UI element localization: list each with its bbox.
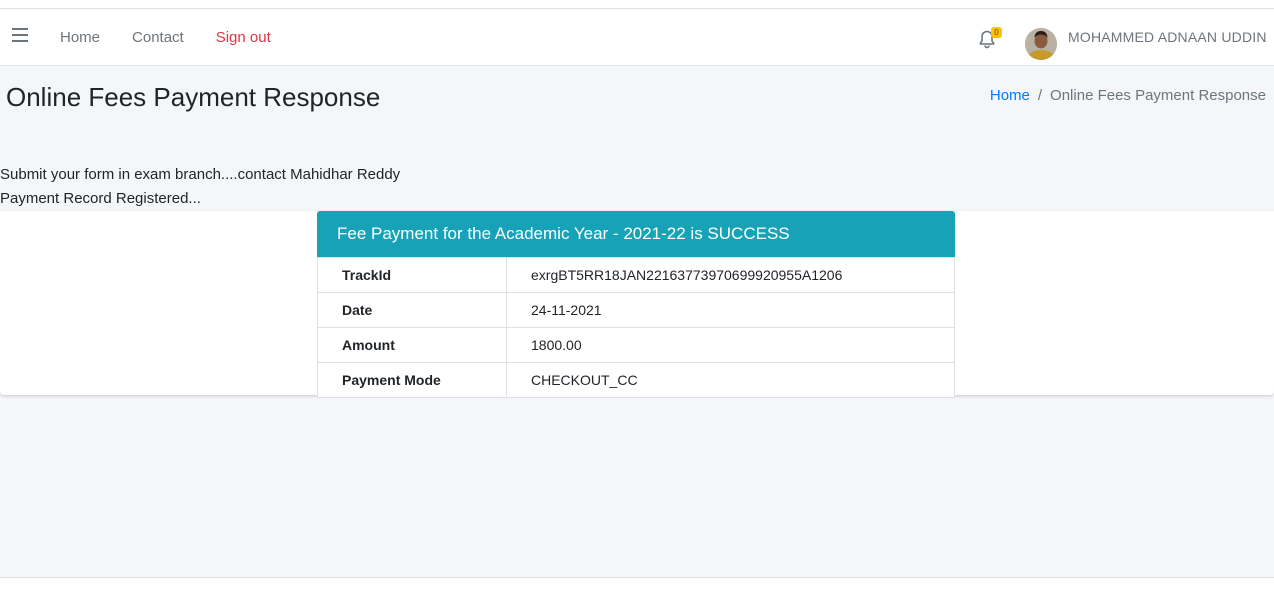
- nav-signout-link[interactable]: Sign out: [216, 29, 271, 46]
- nav-links: Home Contact Sign out: [60, 9, 303, 65]
- amount-label: Amount: [317, 327, 507, 363]
- trackid-value: exrgBT5RR18JAN22163773970699920955A1206: [506, 257, 955, 293]
- table-row: Date 24-11-2021: [317, 292, 955, 328]
- footer: [0, 577, 1274, 595]
- trackid-label: TrackId: [317, 257, 507, 293]
- payment-mode-label: Payment Mode: [317, 362, 507, 398]
- table-row: TrackId exrgBT5RR18JAN221637739706999209…: [317, 257, 955, 293]
- user-avatar[interactable]: [1025, 28, 1057, 60]
- breadcrumb-home-link[interactable]: Home: [990, 87, 1030, 104]
- nav-home-link[interactable]: Home: [60, 29, 100, 46]
- amount-value: 1800.00: [506, 327, 955, 363]
- table-row: Amount 1800.00: [317, 327, 955, 363]
- payment-mode-value: CHECKOUT_CC: [506, 362, 955, 398]
- nav-contact-link[interactable]: Contact: [132, 29, 184, 46]
- date-label: Date: [317, 292, 507, 328]
- exam-branch-message: Submit your form in exam branch....conta…: [0, 166, 401, 183]
- payment-registered-message: Payment Record Registered...: [0, 190, 201, 207]
- payment-details-table: TrackId exrgBT5RR18JAN221637739706999209…: [317, 257, 955, 398]
- breadcrumb: Home / Online Fees Payment Response: [990, 87, 1266, 104]
- page-title: Online Fees Payment Response: [6, 82, 381, 112]
- breadcrumb-separator: /: [1037, 87, 1043, 104]
- top-strip: [0, 0, 1274, 9]
- top-navbar: Home Contact Sign out 0 MOHAMMED ADNAAN …: [0, 9, 1274, 66]
- menu-icon[interactable]: [12, 28, 28, 44]
- payment-result-card: Fee Payment for the Academic Year - 2021…: [317, 211, 955, 398]
- table-row: Payment Mode CHECKOUT_CC: [317, 362, 955, 398]
- date-value: 24-11-2021: [506, 292, 955, 328]
- breadcrumb-current: Online Fees Payment Response: [1050, 87, 1266, 104]
- notification-badge: 0: [991, 27, 1002, 38]
- user-name[interactable]: MOHAMMED ADNAAN UDDIN: [1068, 29, 1267, 45]
- payment-status-header: Fee Payment for the Academic Year - 2021…: [317, 211, 955, 257]
